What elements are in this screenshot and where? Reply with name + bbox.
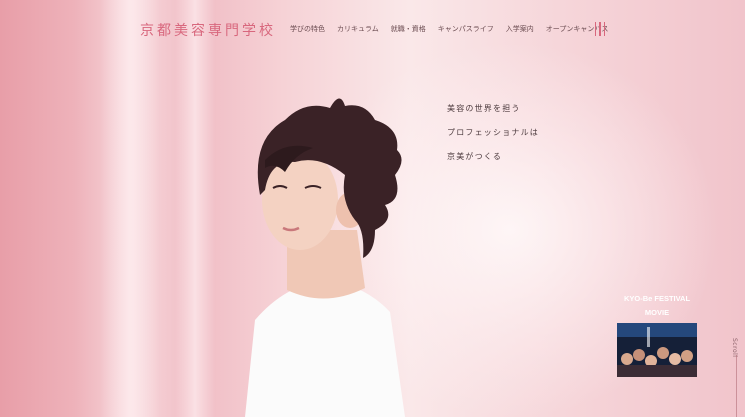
catchcopy-line: 京美がつくる [447,152,503,161]
hero-catchcopy: 美容の世界を担う プロフェッショナルは 京美がつくる [447,103,539,175]
festival-movie-title[interactable]: KYO-Be FESTIVAL MOVIE [612,292,702,320]
site-logo[interactable]: 京都美容専門学校 [140,20,276,40]
light-streak [100,0,160,417]
festival-movie-thumbnail[interactable] [617,323,697,377]
global-nav: 学びの特色 カリキュラム 就職・資格 キャンパスライフ 入学案内 オープンキャン… [290,24,608,34]
menu-icon[interactable] [595,22,605,36]
crowd-image [617,323,697,377]
catchcopy-line: プロフェッショナルは [447,128,539,137]
hero-page: 京都美容専門学校 学びの特色 カリキュラム 就職・資格 キャンパスライフ 入学案… [0,0,745,417]
nav-item-career[interactable]: 就職・資格 [391,24,426,34]
catchcopy-line: 美容の世界を担う [447,104,521,113]
nav-item-features[interactable]: 学びの特色 [290,24,325,34]
festival-title-line1: KYO-Be FESTIVAL [623,294,691,303]
festival-title-line2: MOVIE [644,308,670,317]
light-streak [175,0,215,417]
nav-item-admission[interactable]: 入学案内 [506,24,534,34]
nav-item-campus-life[interactable]: キャンパスライフ [438,24,494,34]
scroll-line [736,355,737,417]
model-photo [245,98,405,417]
nav-item-curriculum[interactable]: カリキュラム [337,24,379,34]
